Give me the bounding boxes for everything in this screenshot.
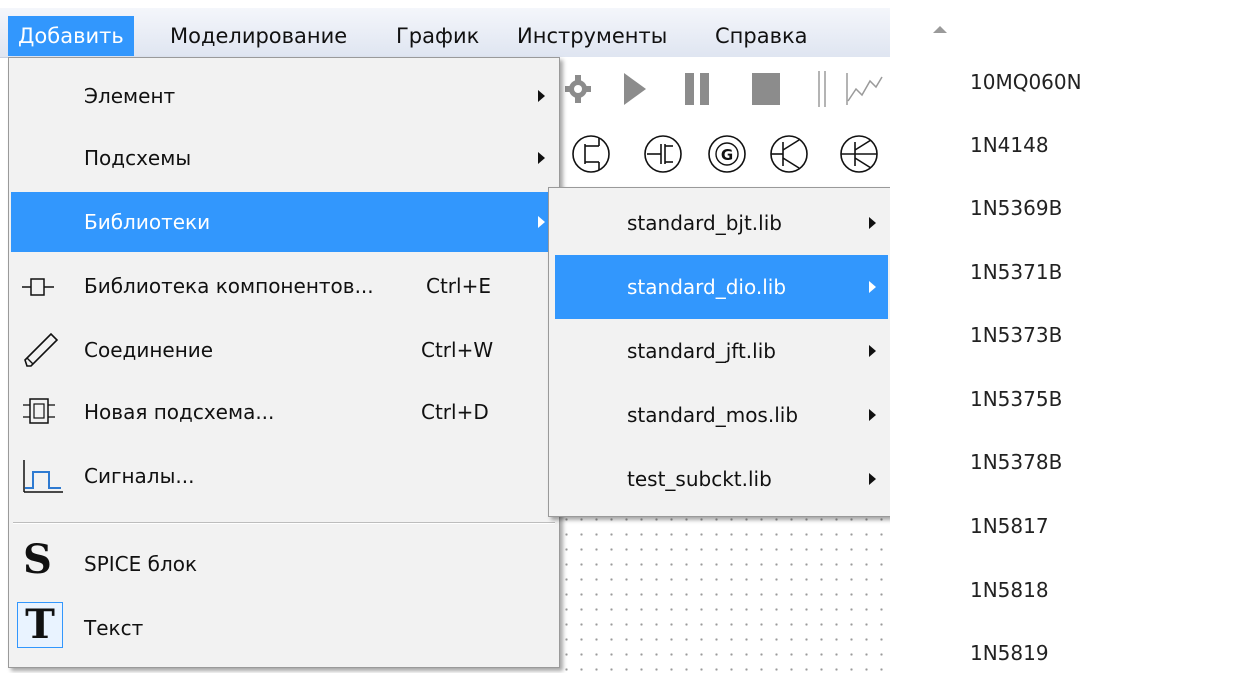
submenu-arrow-icon: [869, 281, 876, 293]
list-item[interactable]: 1N5371B: [970, 260, 1062, 284]
menu-item-element[interactable]: Элемент: [11, 66, 557, 126]
submenu-item-label: standard_bjt.lib: [627, 211, 782, 235]
menu-tools[interactable]: Инструменты: [507, 16, 677, 56]
svg-text:G: G: [721, 146, 733, 164]
menu-item-new-subcircuit[interactable]: Новая подсхема... Ctrl+D: [11, 382, 557, 442]
bjt-npn-icon[interactable]: [767, 132, 811, 176]
menu-item-label: Библиотека компонентов...: [84, 274, 374, 298]
scroll-up-icon[interactable]: [933, 26, 947, 33]
subcircuit-icon: [23, 398, 55, 424]
diode-part-list: 10MQ060N 1N4148 1N5369B 1N5371B 1N5373B …: [890, 0, 1260, 673]
plot-icon[interactable]: [844, 71, 884, 107]
submenu-item-standard-bjt[interactable]: standard_bjt.lib: [555, 191, 888, 255]
menu-item-spice-block[interactable]: S SPICE блок: [11, 534, 557, 594]
menu-item-label: Новая подсхема...: [84, 400, 275, 424]
menu-item-label: Текст: [84, 616, 144, 640]
menu-item-signals[interactable]: Сигналы...: [11, 446, 557, 506]
list-item[interactable]: 1N5378B: [970, 450, 1062, 474]
menu-simulation[interactable]: Моделирование: [160, 16, 357, 56]
add-menu-dropdown: Элемент Подсхемы Библиотеки Библиотека к…: [8, 57, 560, 668]
signal-icon: [23, 460, 63, 493]
menu-graph[interactable]: График: [386, 16, 489, 56]
list-item[interactable]: 1N5373B: [970, 323, 1062, 347]
menu-item-label: Сигналы...: [84, 464, 195, 488]
submenu-arrow-icon: [538, 216, 545, 228]
menu-help[interactable]: Справка: [705, 16, 818, 56]
list-item[interactable]: 1N5818: [970, 578, 1049, 602]
list-item[interactable]: 1N5817: [970, 514, 1049, 538]
mosfet-g-icon[interactable]: G: [705, 132, 749, 176]
submenu-item-label: standard_mos.lib: [627, 403, 799, 427]
spice-block-icon: S: [23, 536, 52, 583]
list-item[interactable]: 1N4148: [970, 133, 1049, 157]
list-item[interactable]: 10MQ060N: [970, 70, 1082, 94]
submenu-item-standard-dio[interactable]: standard_dio.lib: [555, 255, 888, 319]
toolbar-separator-icon: [818, 71, 826, 107]
bjt-pnp-icon[interactable]: [837, 132, 881, 176]
submenu-item-standard-jft[interactable]: standard_jft.lib: [555, 319, 888, 383]
submenu-arrow-icon: [538, 152, 545, 164]
run-icon[interactable]: [622, 71, 648, 107]
menu-item-shortcut: Ctrl+W: [421, 338, 494, 362]
menu-add[interactable]: Добавить: [8, 16, 134, 56]
stop-icon[interactable]: [750, 71, 782, 107]
menu-item-label: Библиотеки: [84, 210, 211, 234]
menu-item-shortcut: Ctrl+E: [426, 274, 491, 298]
text-icon: T: [17, 602, 63, 648]
submenu-arrow-icon: [869, 345, 876, 357]
list-item[interactable]: 1N5375B: [970, 387, 1062, 411]
submenu-arrow-icon: [869, 217, 876, 229]
component-toolbar: G: [555, 122, 890, 187]
gear-icon[interactable]: [563, 71, 593, 107]
pause-icon[interactable]: [683, 71, 711, 107]
menu-item-label: Подсхемы: [84, 146, 192, 170]
menu-item-shortcut: Ctrl+D: [421, 400, 489, 424]
menu-item-connection[interactable]: Соединение Ctrl+W: [11, 320, 557, 380]
menu-item-label: Элемент: [84, 84, 176, 108]
submenu-item-standard-mos[interactable]: standard_mos.lib: [555, 383, 888, 447]
submenu-arrow-icon: [538, 90, 545, 102]
submenu-item-label: test_subckt.lib: [627, 467, 772, 491]
submenu-item-label: standard_dio.lib: [627, 275, 787, 299]
menu-item-subcircuits[interactable]: Подсхемы: [11, 128, 557, 188]
submenu-arrow-icon: [869, 473, 876, 485]
simulation-toolbar: [555, 57, 890, 122]
submenu-item-label: standard_jft.lib: [627, 339, 776, 363]
menubar: Добавить Моделирование График Инструмент…: [0, 8, 890, 58]
menu-item-label: SPICE блок: [84, 552, 198, 576]
jfet-p-icon[interactable]: [641, 132, 685, 176]
menu-item-component-library[interactable]: Библиотека компонентов... Ctrl+E: [11, 256, 557, 316]
jfet-n-icon[interactable]: [569, 132, 613, 176]
menu-separator: [13, 522, 555, 524]
libraries-submenu: standard_bjt.lib standard_dio.lib standa…: [548, 187, 891, 517]
menu-item-text[interactable]: T Текст: [11, 598, 557, 658]
list-item[interactable]: 1N5369B: [970, 196, 1062, 220]
submenu-arrow-icon: [869, 409, 876, 421]
menu-item-libraries[interactable]: Библиотеки: [11, 192, 557, 252]
menu-item-label: Соединение: [84, 338, 214, 362]
list-item[interactable]: 1N5819: [970, 641, 1049, 665]
component-icon: [22, 278, 54, 296]
pencil-icon: [24, 332, 59, 367]
submenu-item-test-subckt[interactable]: test_subckt.lib: [555, 447, 888, 511]
